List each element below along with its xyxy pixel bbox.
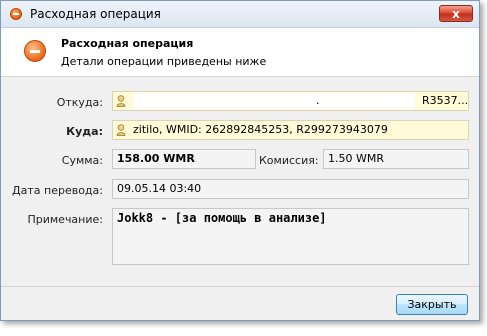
from-label: Откуда: xyxy=(56,96,103,109)
sum-value: 158.00 WMR xyxy=(117,152,195,165)
close-dialog-button[interactable]: Закрыть xyxy=(396,294,468,315)
operation-dialog: Расходная операция x Расходная операция … xyxy=(0,0,480,321)
window-close-button[interactable]: x xyxy=(439,5,473,22)
to-label: Куда: xyxy=(66,125,103,138)
from-purse-suffix: R3537... xyxy=(422,94,469,107)
sum-label: Сумма: xyxy=(61,154,103,167)
webmoney-expense-icon xyxy=(10,8,22,20)
footer-divider xyxy=(1,286,479,287)
expense-operation-icon xyxy=(24,40,46,62)
note-field[interactable]: Jokk8 - [за помощь в анализе] xyxy=(112,208,469,265)
wallet-user-icon xyxy=(116,124,126,136)
dialog-header: Расходная операция Детали операции приве… xyxy=(1,28,479,77)
to-value: zitilo, WMID: 262892845253, R29927394307… xyxy=(133,123,388,136)
commission-label: Комиссия: xyxy=(259,154,319,167)
note-label: Примечание: xyxy=(27,213,103,226)
header-subtitle: Детали операции приведены ниже xyxy=(61,55,267,68)
date-label: Дата перевода: xyxy=(12,184,103,197)
from-masked-area xyxy=(133,93,415,109)
window-title: Расходная операция xyxy=(30,7,161,21)
commission-field[interactable]: 1.50 WMR xyxy=(323,149,469,169)
commission-value: 1.50 WMR xyxy=(328,152,384,165)
from-field[interactable]: . R3537... xyxy=(112,91,469,111)
to-field[interactable]: zitilo, WMID: 262892845253, R29927394307… xyxy=(112,120,469,140)
wallet-user-icon xyxy=(116,95,126,107)
header-title: Расходная операция xyxy=(61,37,194,50)
date-value: 09.05.14 03:40 xyxy=(117,182,202,195)
from-masked-dot: . xyxy=(316,94,320,107)
title-bar[interactable]: Расходная операция x xyxy=(1,1,479,28)
sum-field[interactable]: 158.00 WMR xyxy=(112,149,256,169)
date-field[interactable]: 09.05.14 03:40 xyxy=(112,179,469,199)
